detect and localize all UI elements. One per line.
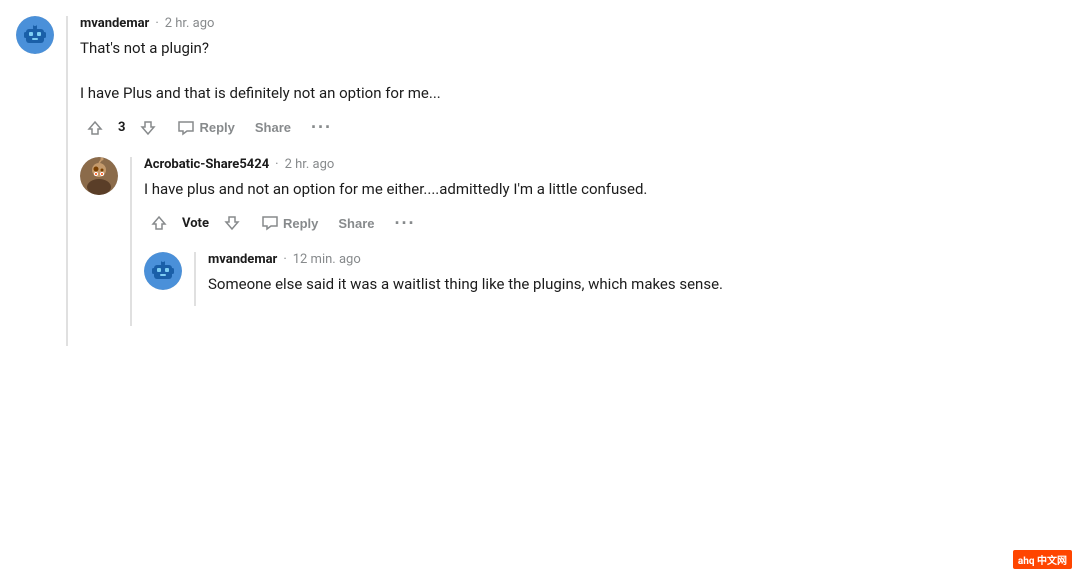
share-button-1[interactable]: Share: [249, 116, 297, 139]
comment-3: mvandemar · 12 min. ago Someone else sai…: [144, 252, 1064, 306]
upvote-icon-2: [150, 214, 168, 232]
downvote-button-2[interactable]: [217, 210, 247, 236]
comment-1-line-1: That's not a plugin?: [80, 37, 1064, 60]
comment-1-text: That's not a plugin? I have Plus and tha…: [80, 37, 1064, 105]
comment-3-body: mvandemar · 12 min. ago Someone else sai…: [194, 252, 1064, 306]
timestamp-3: 12 min. ago: [293, 252, 361, 267]
watermark: ahq 中文网: [1013, 550, 1072, 569]
timestamp-1: 2 hr. ago: [165, 16, 215, 31]
comment-2-actions: Vote Reply Sh: [144, 210, 1064, 236]
meta-dot-1: ·: [155, 16, 158, 31]
comment-1-line-2: I have Plus and that is definitely not a…: [80, 82, 1064, 105]
comment-2-meta: Acrobatic-Share5424 · 2 hr. ago: [144, 157, 1064, 172]
more-button-2[interactable]: ···: [389, 211, 422, 236]
comment-1-actions: 3 Reply Share ···: [80, 115, 1064, 141]
timestamp-2: 2 hr. ago: [285, 157, 335, 172]
comment-2: Acrobatic-Share5424 · 2 hr. ago I have p…: [80, 157, 1064, 326]
reply-label-1: Reply: [199, 120, 234, 135]
more-icon-2: ···: [395, 213, 416, 234]
username-mvandemar: mvandemar: [80, 16, 149, 31]
more-button-1[interactable]: ···: [305, 115, 338, 140]
comment-1-body: mvandemar · 2 hr. ago That's not a plugi…: [66, 16, 1064, 346]
comment-3-text: Someone else said it was a waitlist thin…: [208, 273, 1064, 296]
username-acrobatic: Acrobatic-Share5424: [144, 157, 269, 172]
upvote-icon-1: [86, 119, 104, 137]
reply-button-1[interactable]: Reply: [171, 116, 240, 140]
share-button-2[interactable]: Share: [332, 212, 380, 235]
comment-2-text: I have plus and not an option for me eit…: [144, 178, 1064, 201]
share-label-1: Share: [255, 120, 291, 135]
downvote-button-1[interactable]: [133, 115, 163, 141]
more-icon-1: ···: [311, 117, 332, 138]
upvote-button-1[interactable]: [80, 115, 110, 141]
meta-dot-2: ·: [275, 157, 278, 172]
comment-thread: mvandemar · 2 hr. ago That's not a plugi…: [0, 16, 1080, 346]
comment-2-body: Acrobatic-Share5424 · 2 hr. ago I have p…: [130, 157, 1064, 326]
comment-1-meta: mvandemar · 2 hr. ago: [80, 16, 1064, 31]
chat-icon-2: [261, 215, 279, 231]
avatar-mvandemar: [16, 16, 54, 54]
downvote-icon-1: [139, 119, 157, 137]
upvote-button-2[interactable]: [144, 210, 174, 236]
avatar-mvandemar-2: [144, 252, 182, 290]
comment-3-meta: mvandemar · 12 min. ago: [208, 252, 1064, 267]
chat-icon-1: [177, 120, 195, 136]
reply-label-2: Reply: [283, 216, 318, 231]
username-mvandemar-2: mvandemar: [208, 252, 277, 267]
avatar-acrobatic: [80, 157, 118, 195]
downvote-icon-2: [223, 214, 241, 232]
vote-label-2: Vote: [182, 216, 209, 231]
reply-button-2[interactable]: Reply: [255, 211, 324, 235]
share-label-2: Share: [338, 216, 374, 231]
vote-count-1: 3: [118, 120, 125, 135]
meta-dot-3: ·: [283, 252, 286, 267]
comment-1: mvandemar · 2 hr. ago That's not a plugi…: [16, 16, 1064, 346]
